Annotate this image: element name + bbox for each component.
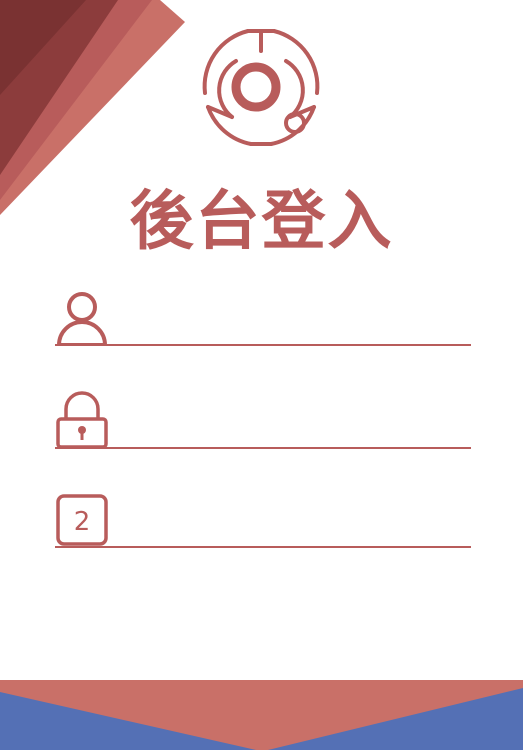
captcha-field-row: 2 (55, 488, 471, 548)
bottom-band-decoration (0, 680, 523, 750)
target-ring-logo-icon (202, 29, 320, 146)
password-input[interactable] (113, 407, 469, 445)
lock-icon (56, 391, 108, 449)
username-underline (55, 344, 471, 346)
username-field-row (55, 286, 471, 346)
password-underline (55, 447, 471, 449)
captcha-input[interactable] (113, 506, 469, 544)
captcha-underline (55, 546, 471, 548)
password-field-row (55, 389, 471, 449)
username-input[interactable] (113, 304, 469, 342)
number-box-icon: 2 (56, 494, 108, 546)
user-icon (57, 292, 107, 346)
page-title: 後台登入 (129, 185, 394, 259)
number-box-icon-text: 2 (74, 507, 91, 537)
